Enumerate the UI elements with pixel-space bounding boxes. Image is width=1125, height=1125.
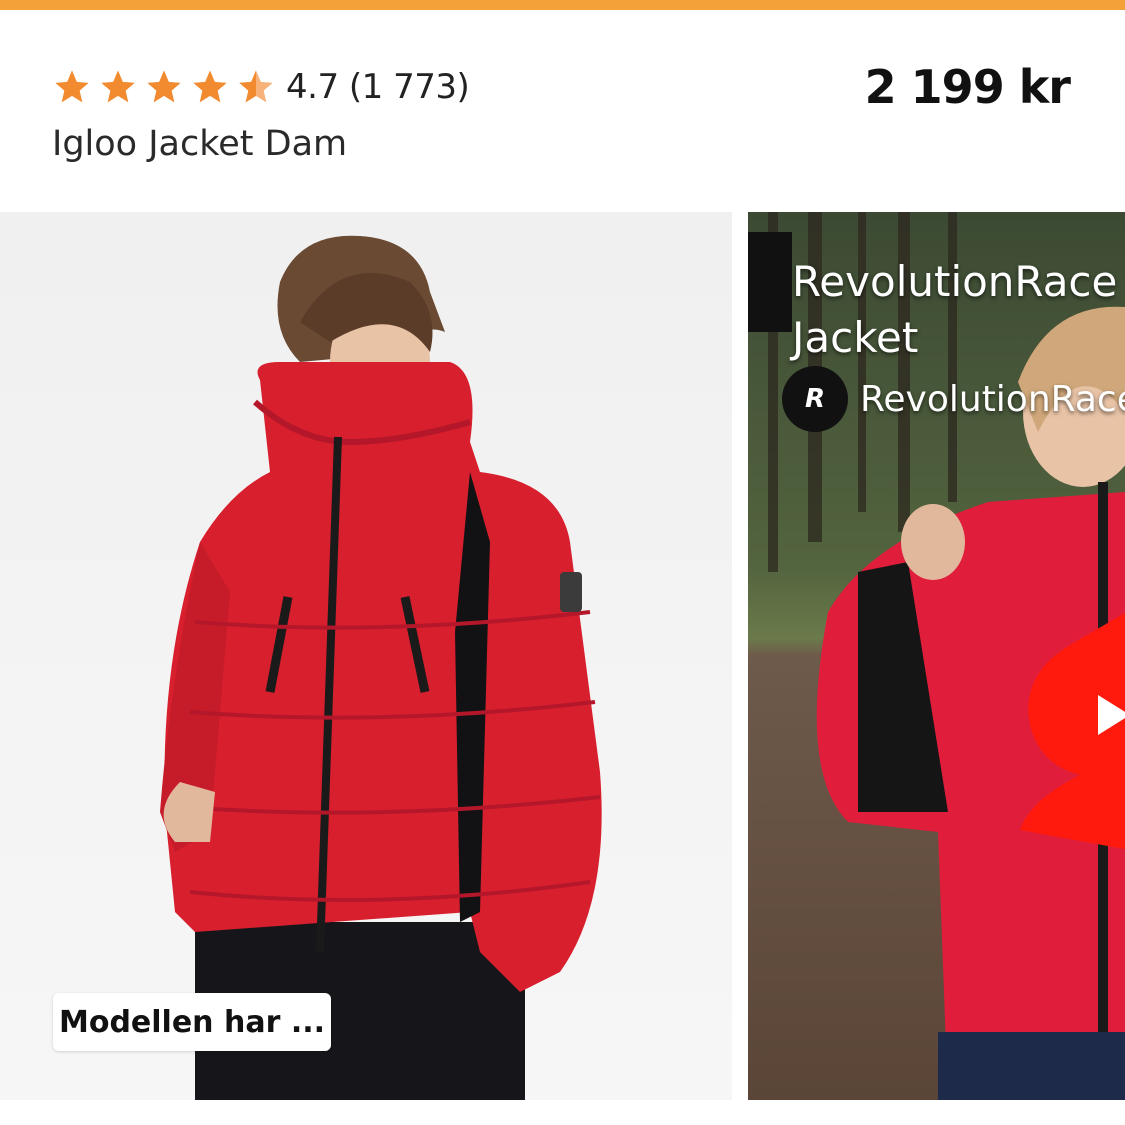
star-half-icon [239,70,273,103]
product-photo[interactable] [0,212,732,1100]
rating-stars [52,67,276,107]
youtube-shorts-icon[interactable] [1010,600,1125,850]
video-channel[interactable]: R RevolutionRace [782,366,1125,432]
model-info-chip[interactable]: Modellen har ... [53,993,331,1051]
star-icon [101,70,135,103]
channel-name[interactable]: RevolutionRace [860,379,1125,420]
model-jacket-illustration [160,235,602,1100]
top-accent-bar [0,0,1125,10]
star-icon [147,70,181,103]
video-title-line: Jacket [792,313,919,362]
video-title-line: RevolutionRace - [792,257,1125,306]
product-rating[interactable]: 4.7 (1 773) [52,62,470,112]
product-price: 2 199 kr [864,60,1071,114]
star-icon [193,70,227,103]
product-title: Igloo Jacket Dam [52,124,348,164]
channel-avatar[interactable]: R [782,366,848,432]
rating-text: 4.7 (1 773) [286,67,470,107]
video-title: RevolutionRace - Jacket [792,254,1125,366]
star-icon [55,70,89,103]
